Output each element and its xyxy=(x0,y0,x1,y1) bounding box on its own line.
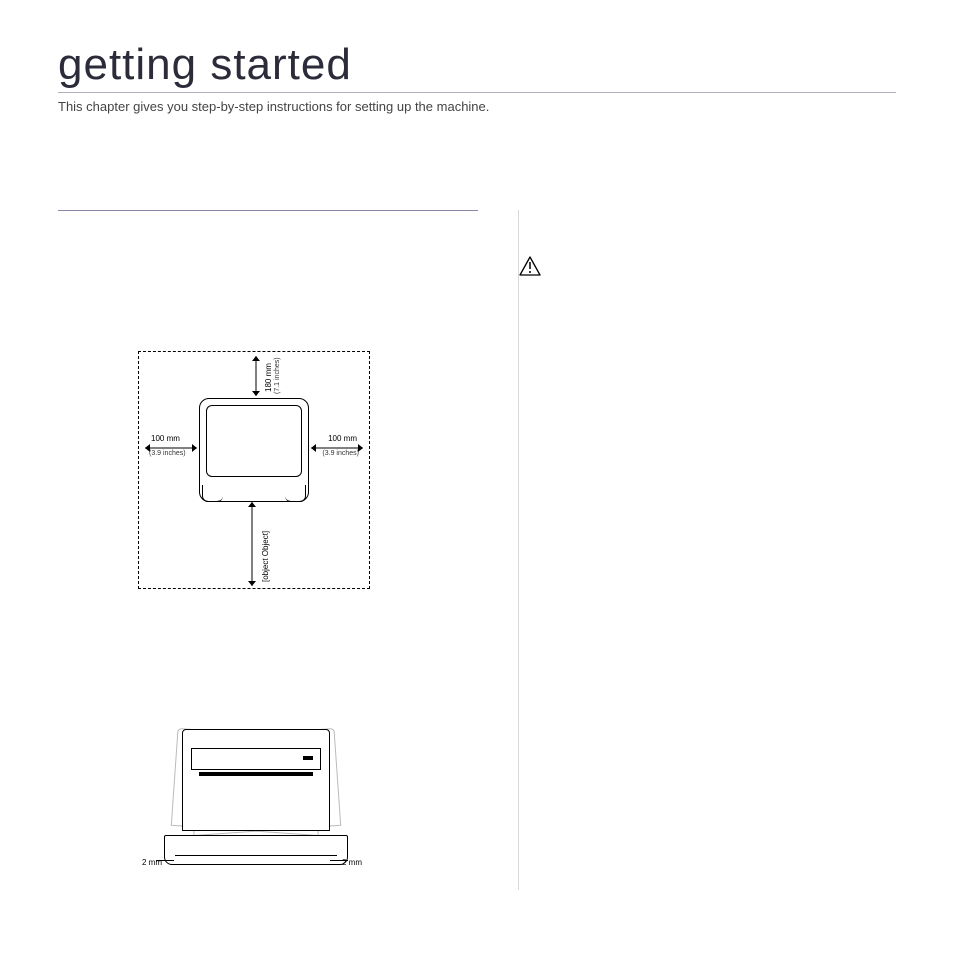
clearance-diagram-top-view: 180 mm (7.1 inches) 100 mm (3.9 inches) … xyxy=(138,351,370,589)
left-clearance-mm: 100 mm xyxy=(151,434,180,443)
page-title: getting started xyxy=(58,40,896,93)
arrow-vertical-bottom xyxy=(247,502,257,586)
warning-icon xyxy=(519,256,541,276)
right-clearance-mm: 100 mm xyxy=(328,434,357,443)
level-right-mm: 2 mm xyxy=(342,858,362,867)
device-front-outline xyxy=(182,729,330,831)
bottom-clearance: [object Object] xyxy=(261,531,270,582)
device-top-outline xyxy=(199,398,309,502)
arrow-horizontal-right xyxy=(311,444,363,452)
left-column: 180 mm (7.1 inches) 100 mm (3.9 inches) … xyxy=(58,210,478,890)
top-clearance-mm: 180 mm xyxy=(264,363,273,392)
arrow-vertical-top xyxy=(251,356,261,396)
content-columns: 180 mm (7.1 inches) 100 mm (3.9 inches) … xyxy=(58,210,896,890)
device-base xyxy=(164,835,348,865)
arrow-horizontal-left xyxy=(145,444,197,452)
right-column xyxy=(518,210,896,890)
level-left-mm: 2 mm xyxy=(142,858,162,867)
intro-text: This chapter gives you step-by-step inst… xyxy=(58,99,896,114)
top-clearance-inches: (7.1 inches) xyxy=(274,357,281,394)
level-diagram-front-view: 2 mm 2 mm xyxy=(142,709,362,869)
